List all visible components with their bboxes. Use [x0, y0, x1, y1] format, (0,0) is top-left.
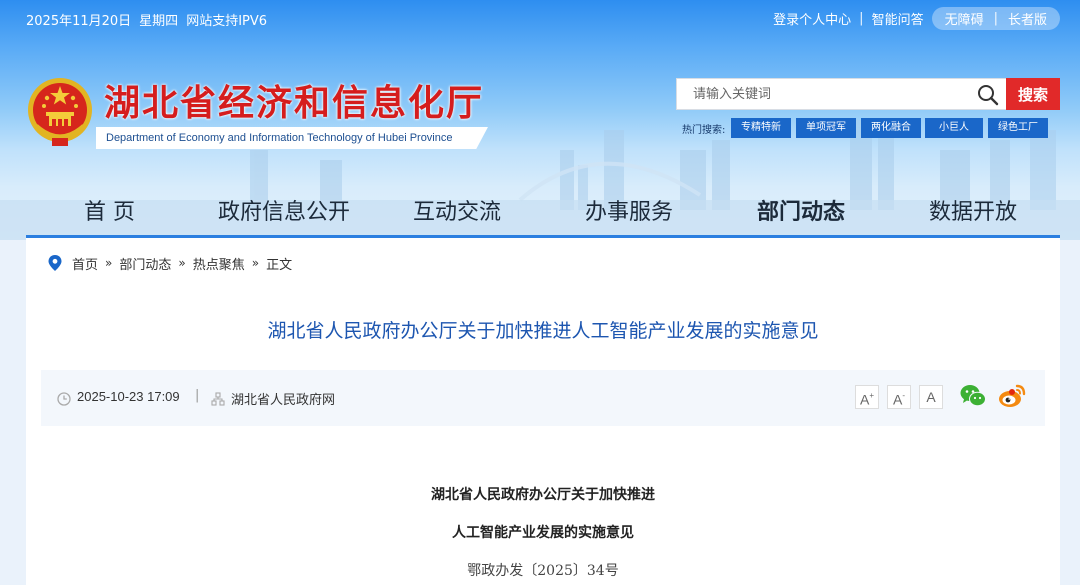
search-input[interactable]	[677, 79, 967, 109]
nav-interaction[interactable]: 互动交流	[413, 194, 501, 225]
article-meta-bar: 2025-10-23 17:09 | 湖北省人民政府网 A+ A- A	[41, 370, 1045, 426]
breadcrumb: 首页 » 部门动态 » 热点聚焦 » 正文	[48, 253, 292, 273]
site-header: 2025年11月20日 星期四 网站支持IPV6 登录个人中心 | 智能问答 无障碍…	[0, 0, 1080, 240]
hot-search-label: 热门搜索:	[682, 125, 726, 136]
topbar-date-info: 2025年11月20日 星期四 网站支持IPV6	[26, 10, 275, 29]
font-minus-sign: -	[902, 391, 905, 400]
font-reset-button[interactable]: A	[919, 385, 943, 409]
doc-number: 鄂政办发〔2025〕34号	[467, 563, 619, 579]
accessible-mode-link[interactable]: 无障碍	[945, 9, 984, 28]
meta-separator: |	[195, 388, 200, 403]
publish-date: 2025-10-23 17:09	[77, 389, 180, 404]
smart-qa-link[interactable]: 智能问答	[872, 9, 924, 28]
font-decrease-letter: A	[892, 391, 903, 408]
topbar-links: 登录个人中心 | 智能问答 无障碍 | 长者版	[773, 7, 1060, 30]
hot-tag-green-factory[interactable]: 绿色工厂	[988, 118, 1048, 138]
font-plus-sign: +	[869, 391, 874, 400]
doc-title-line-1: 湖北省人民政府办公厅关于加快推进	[431, 487, 655, 503]
breadcrumb-dept-news[interactable]: 部门动态	[119, 254, 171, 273]
login-link[interactable]: 登录个人中心	[773, 9, 851, 28]
hot-tag-champion[interactable]: 单项冠军	[796, 118, 856, 138]
accessibility-pill: 无障碍 | 长者版	[931, 7, 1060, 30]
nav-services[interactable]: 办事服务	[585, 194, 673, 225]
font-decrease-button[interactable]: A-	[887, 385, 911, 409]
nav-home[interactable]: 首 页	[84, 194, 135, 225]
breadcrumb-home[interactable]: 首页	[72, 254, 98, 273]
national-emblem-icon	[28, 78, 92, 146]
breadcrumb-current: 正文	[266, 257, 293, 273]
nav-gov-info[interactable]: 政府信息公开	[218, 194, 350, 225]
doc-title-line-2: 人工智能产业发展的实施意见	[452, 525, 634, 541]
current-date: 2025年11月20日	[26, 14, 132, 29]
font-increase-letter: A	[859, 391, 870, 408]
breadcrumb-arrow: »	[178, 256, 186, 270]
nav-open-data[interactable]: 数据开放	[929, 194, 1017, 225]
breadcrumb-arrow: »	[251, 256, 260, 270]
elder-mode-link[interactable]: 长者版	[1008, 9, 1047, 28]
search-box	[676, 78, 1008, 110]
article-container: 首页 » 部门动态 » 热点聚焦 » 正文 湖北省人民政府办公厅关于加快推进人工…	[26, 238, 1060, 585]
search-icon[interactable]	[977, 84, 999, 106]
topbar-separator: |	[859, 11, 864, 26]
breadcrumb-arrow: »	[105, 256, 113, 270]
nav-dept-news[interactable]: 部门动态	[757, 194, 845, 225]
hot-tag-little-giant[interactable]: 小巨人	[925, 118, 983, 138]
hot-tag-integration[interactable]: 两化融合	[861, 118, 921, 138]
pill-separator: |	[993, 11, 998, 26]
hot-tag-specialized[interactable]: 专精特新	[731, 118, 791, 138]
site-english-subtitle: Department of Economy and Information Te…	[96, 127, 488, 149]
location-pin-icon	[48, 255, 62, 271]
current-weekday: 星期四	[139, 14, 179, 29]
wechat-icon[interactable]	[960, 384, 986, 408]
font-reset-letter: A	[926, 389, 936, 405]
weibo-icon[interactable]	[998, 383, 1026, 409]
article-source: 湖北省人民政府网	[231, 393, 336, 408]
clock-icon	[57, 392, 71, 406]
font-increase-button[interactable]: A+	[855, 385, 879, 409]
ipv6-support-text: 网站支持IPV6	[186, 14, 268, 29]
site-title: 湖北省经济和信息化厅	[104, 83, 485, 124]
source-org-icon	[211, 392, 225, 406]
article-title: 湖北省人民政府办公厅关于加快推进人工智能产业发展的实施意见	[267, 320, 819, 342]
breadcrumb-hot-focus[interactable]: 热点聚焦	[193, 254, 245, 273]
search-button[interactable]: 搜索	[1006, 78, 1060, 110]
